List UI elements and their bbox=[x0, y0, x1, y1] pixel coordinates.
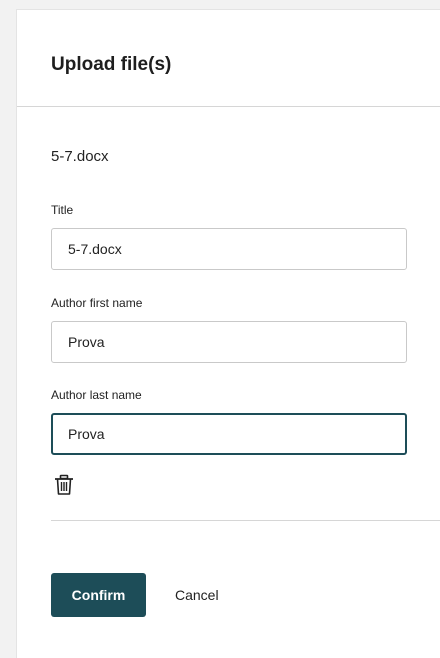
dialog-title: Upload file(s) bbox=[51, 54, 172, 75]
confirm-button[interactable]: Confirm bbox=[51, 573, 146, 617]
trash-icon-graphic bbox=[55, 474, 73, 495]
dialog-header: Upload file(s) bbox=[17, 10, 440, 107]
cancel-button[interactable]: Cancel bbox=[163, 573, 231, 617]
author-last-name-input[interactable] bbox=[51, 413, 407, 455]
author-last-name-label: Author last name bbox=[51, 388, 142, 402]
title-input[interactable] bbox=[51, 228, 407, 270]
divider bbox=[51, 520, 440, 521]
trash-icon[interactable] bbox=[53, 474, 75, 496]
author-first-name-input[interactable] bbox=[51, 321, 407, 363]
upload-dialog: Upload file(s) 5-7.docx Title Author fir… bbox=[16, 9, 440, 658]
author-first-name-label: Author first name bbox=[51, 296, 143, 310]
file-name: 5-7.docx bbox=[51, 148, 109, 165]
title-label: Title bbox=[51, 203, 74, 217]
